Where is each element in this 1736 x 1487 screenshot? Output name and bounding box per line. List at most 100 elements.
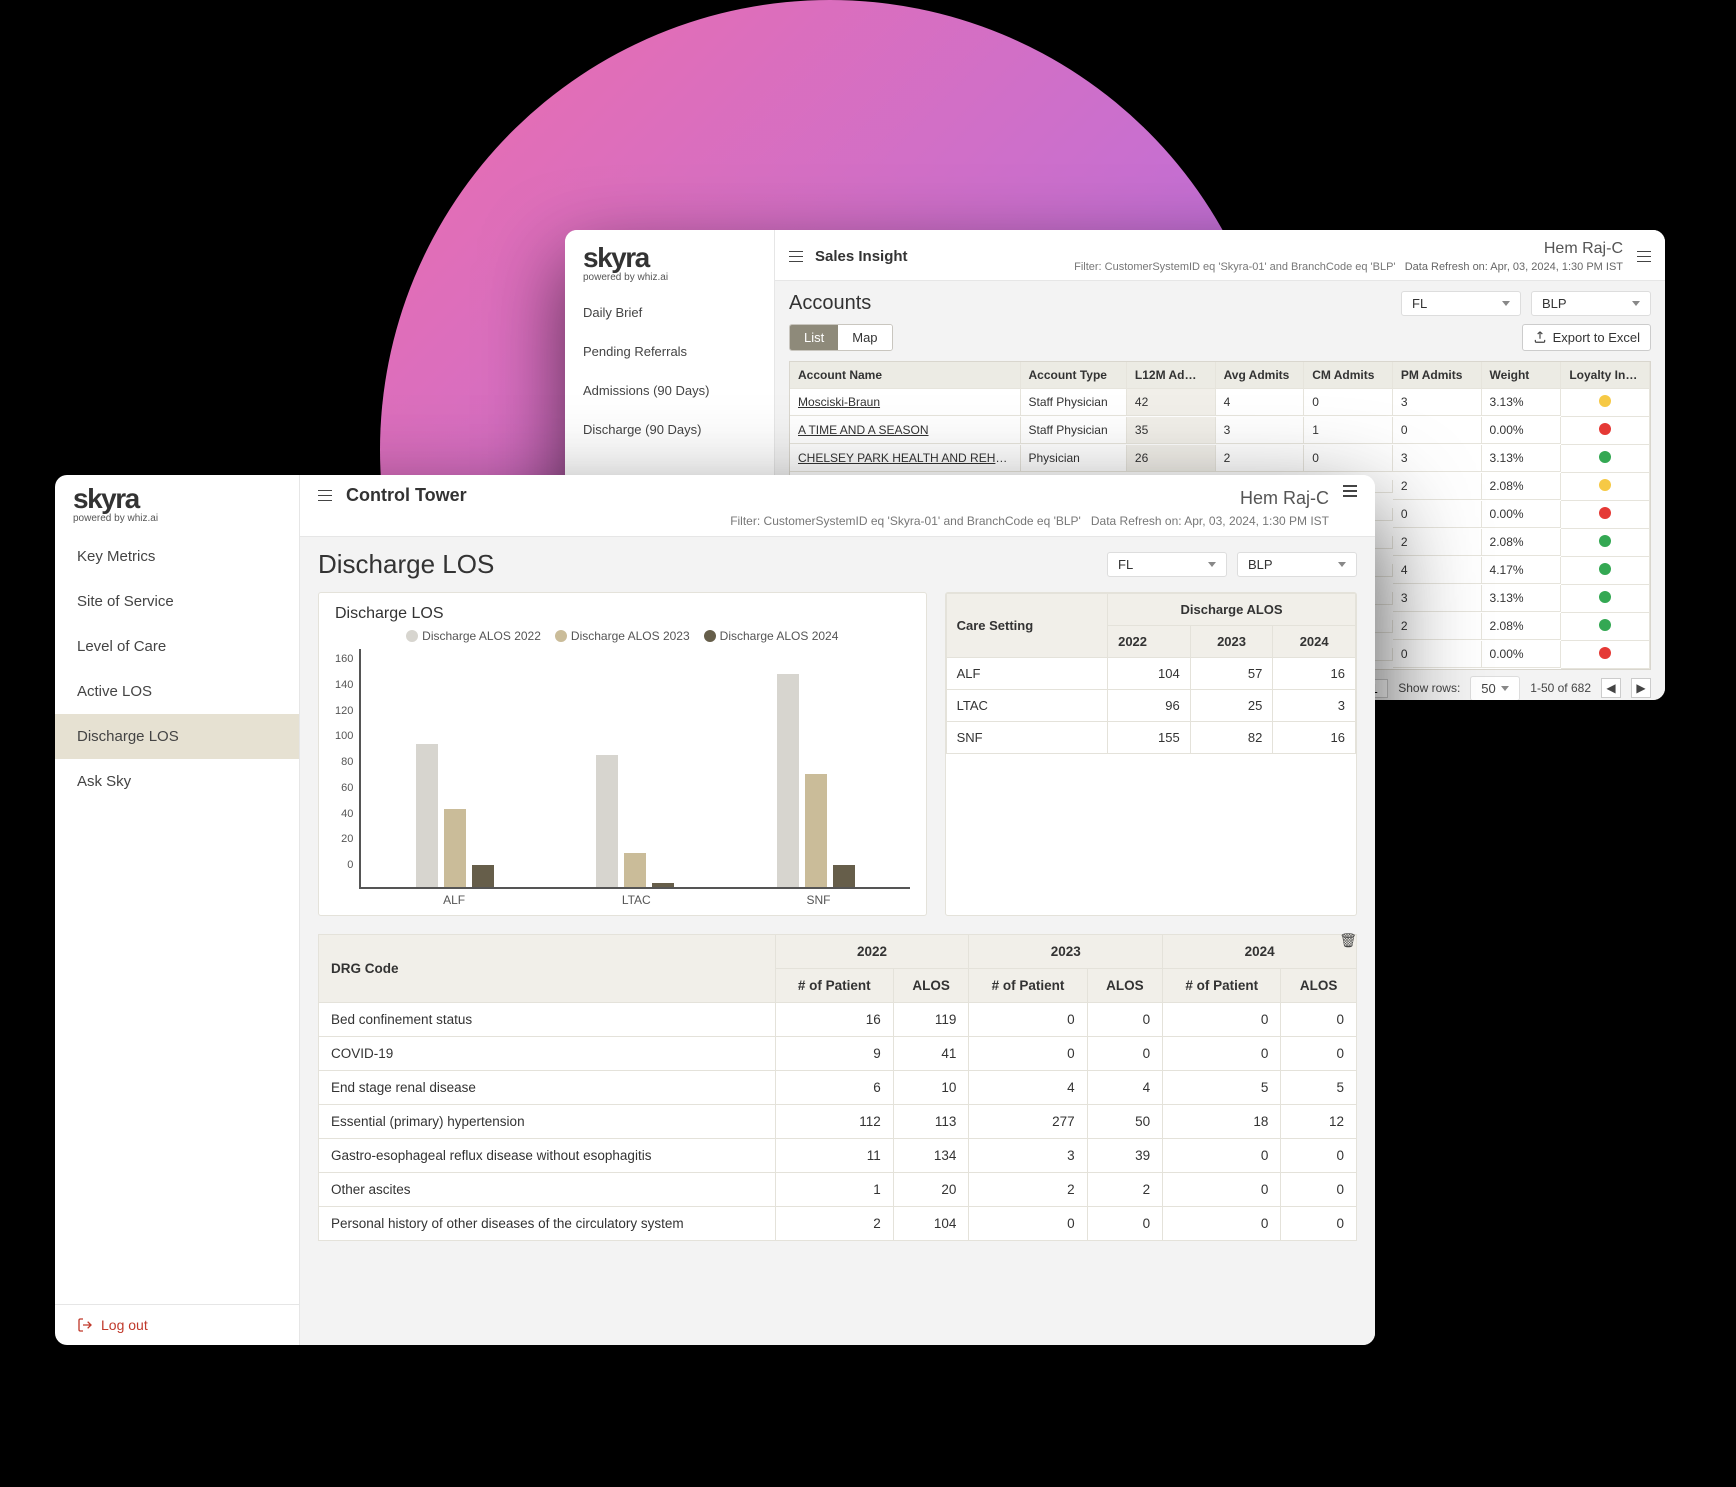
prev-page-button[interactable]: ◀ xyxy=(1601,678,1621,698)
sidebar-item-active-los[interactable]: Active LOS xyxy=(55,669,299,714)
discharge-alos-table-card: Care Setting Discharge ALOS 2022 2023 20… xyxy=(945,592,1357,916)
bar-group xyxy=(596,649,674,887)
bar-chart: 160140120100806040200 xyxy=(335,649,910,889)
col-account-type[interactable]: Account Type xyxy=(1021,362,1127,389)
loyalty-dot-icon xyxy=(1599,619,1611,631)
legend-swatch-2022 xyxy=(406,630,418,642)
x-axis: ALFLTACSNF xyxy=(335,889,910,907)
y-tick: 40 xyxy=(341,808,353,820)
col-account-name[interactable]: Account Name xyxy=(790,362,1021,389)
sidebar-item-pending-referrals[interactable]: Pending Referrals xyxy=(565,332,774,371)
drg-year-2024: 2024 xyxy=(1163,935,1357,969)
sidebar-item-admissions[interactable]: Admissions (90 Days) xyxy=(565,371,774,410)
table-row[interactable]: A TIME AND A SEASONStaff Physician353100… xyxy=(790,417,1650,445)
sidebar-item-key-metrics[interactable]: Key Metrics xyxy=(55,534,299,579)
bar xyxy=(833,865,855,887)
bar xyxy=(652,883,674,887)
loyalty-dot-icon xyxy=(1599,647,1611,659)
y-tick: 60 xyxy=(341,782,353,794)
branch-select[interactable]: BLP xyxy=(1531,291,1651,316)
loyalty-dot-icon xyxy=(1599,535,1611,547)
tab-map[interactable]: Map xyxy=(838,325,891,350)
pm-cell: 2 xyxy=(1393,613,1482,640)
drg-sub-patients: # of Patient xyxy=(775,969,893,1003)
bar xyxy=(472,865,494,887)
col-cm[interactable]: CM Admits xyxy=(1304,362,1393,389)
table-row: SNF1558216 xyxy=(946,722,1355,754)
account-type-cell: Staff Physician xyxy=(1021,417,1127,444)
logout-label: Log out xyxy=(101,1317,148,1333)
pm-cell: 2 xyxy=(1393,473,1482,500)
account-name-cell[interactable]: A TIME AND A SEASON xyxy=(790,417,1021,444)
y-tick: 120 xyxy=(335,705,353,717)
chevron-down-icon xyxy=(1502,301,1510,306)
logout-icon xyxy=(77,1317,93,1333)
drg-cell: 5 xyxy=(1281,1071,1357,1105)
drg-name: Gastro-esophageal reflux disease without… xyxy=(319,1139,776,1173)
rows-per-page-select[interactable]: 50 xyxy=(1470,676,1520,700)
sidebar-item-discharge-los[interactable]: Discharge LOS xyxy=(55,714,299,759)
branch-select[interactable]: BLP xyxy=(1237,552,1357,577)
window-control-tower: skyra powered by whiz.ai Key MetricsSite… xyxy=(55,475,1375,1345)
table-row[interactable]: Mosciski-BraunStaff Physician424033.13% xyxy=(790,389,1650,417)
weight-cell: 2.08% xyxy=(1482,473,1562,500)
loyalty-cell xyxy=(1561,557,1650,585)
drg-cell: 4 xyxy=(1087,1071,1163,1105)
y-tick: 0 xyxy=(347,859,353,871)
loyalty-cell xyxy=(1561,641,1650,669)
drg-sub-patients: # of Patient xyxy=(969,969,1087,1003)
sidebar-item-daily-brief[interactable]: Daily Brief xyxy=(565,293,774,332)
sidebar-item-ask-sky[interactable]: Ask Sky xyxy=(55,759,299,804)
weight-cell: 0.00% xyxy=(1482,501,1562,528)
accounts-heading-row: Accounts FL BLP xyxy=(775,281,1665,324)
refresh-text: Data Refresh on: Apr, 03, 2024, 1:30 PM … xyxy=(1091,514,1329,528)
table-row[interactable]: CHELSEY PARK HEALTH AND REHABILITATIONPh… xyxy=(790,445,1650,473)
loyalty-dot-icon xyxy=(1599,395,1611,407)
hamburger-icon[interactable] xyxy=(789,251,803,263)
control-topbar: Control Tower Hem Raj-C Filter: Customer… xyxy=(300,475,1375,537)
accounts-tab-row: List Map Export to Excel xyxy=(775,324,1665,361)
sidebar-item-discharge[interactable]: Discharge (90 Days) xyxy=(565,410,774,449)
drg-cell: 277 xyxy=(969,1105,1087,1139)
care-label: LTAC xyxy=(946,690,1108,722)
table-row: End stage renal disease6104455 xyxy=(319,1071,1357,1105)
settings-menu-icon[interactable] xyxy=(1343,485,1357,497)
y-tick: 80 xyxy=(341,756,353,768)
settings-menu-icon[interactable] xyxy=(1637,251,1651,263)
col-weight[interactable]: Weight xyxy=(1482,362,1562,389)
legend-label-2022: Discharge ALOS 2022 xyxy=(422,629,541,643)
l12m-cell: 26 xyxy=(1127,445,1216,472)
tab-list[interactable]: List xyxy=(790,325,838,350)
care-label: ALF xyxy=(946,658,1108,690)
loyalty-dot-icon xyxy=(1599,479,1611,491)
account-type-cell: Physician xyxy=(1021,445,1127,472)
delete-icon[interactable]: 🗑 xyxy=(1339,932,1357,949)
logout-button[interactable]: Log out xyxy=(55,1304,299,1345)
drg-cell: 39 xyxy=(1087,1139,1163,1173)
account-name-cell[interactable]: Mosciski-Braun xyxy=(790,389,1021,416)
drg-name: Other ascites xyxy=(319,1173,776,1207)
drg-sub-alos: ALOS xyxy=(1281,969,1357,1003)
account-name-cell[interactable]: CHELSEY PARK HEALTH AND REHABILITATION xyxy=(790,445,1021,472)
state-select[interactable]: FL xyxy=(1401,291,1521,316)
weight-cell: 4.17% xyxy=(1482,557,1562,584)
drg-cell: 0 xyxy=(1087,1003,1163,1037)
col-loyalty[interactable]: Loyalty Index xyxy=(1561,362,1650,389)
next-page-button[interactable]: ▶ xyxy=(1631,678,1651,698)
loyalty-cell xyxy=(1561,473,1650,501)
bar xyxy=(624,853,646,887)
alos-cell: 96 xyxy=(1108,690,1191,722)
alos-cell: 16 xyxy=(1273,658,1356,690)
col-pm[interactable]: PM Admits xyxy=(1393,362,1482,389)
sidebar-item-level-of-care[interactable]: Level of Care xyxy=(55,624,299,669)
col-l12m[interactable]: L12M Admits ▼ xyxy=(1127,362,1216,389)
sidebar-item-site-of-service[interactable]: Site of Service xyxy=(55,579,299,624)
drg-cell: 0 xyxy=(1163,1207,1281,1241)
state-select[interactable]: FL xyxy=(1107,552,1227,577)
hamburger-icon[interactable] xyxy=(318,490,332,502)
export-button[interactable]: Export to Excel xyxy=(1522,324,1651,351)
drg-cell: 0 xyxy=(1087,1207,1163,1241)
drg-year-2023: 2023 xyxy=(969,935,1163,969)
col-avg[interactable]: Avg Admits xyxy=(1216,362,1305,389)
pm-cell: 2 xyxy=(1393,529,1482,556)
